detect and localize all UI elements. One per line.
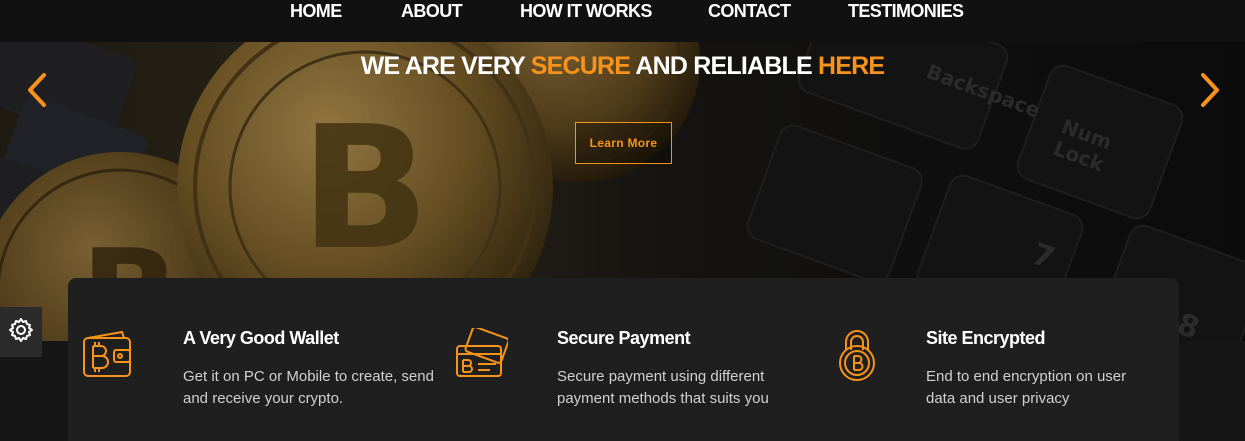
feature-desc-wallet: Get it on PC or Mobile to create, send an… [183,368,434,407]
learn-more-button[interactable]: Learn More [575,122,672,164]
settings-toggle[interactable] [0,307,42,357]
nav-about[interactable]: ABOUT [401,1,463,22]
feature-title-payment: Secure Payment [557,328,691,348]
hero-title: WE ARE VERY SECURE AND RELIABLE HERE [360,52,885,80]
gear-icon [8,317,34,348]
bitcoin-wallet-icon [82,330,134,385]
chevron-left-icon[interactable] [24,72,50,108]
feature-desc-payment: Secure payment using different payment me… [557,368,769,407]
hero-title-accent-secure: SECURE [530,52,631,80]
chevron-right-icon[interactable] [1197,72,1223,108]
nav-testimonies[interactable]: TESTIMONIES [848,1,964,22]
nav-contact[interactable]: CONTACT [708,1,791,22]
top-navbar: HOME ABOUT HOW IT WORKS CONTACT TESTIMON… [0,0,1245,42]
bitcoin-lock-icon [836,328,878,387]
feature-title-encrypted: Site Encrypted [926,328,1046,348]
feature-desc-encrypted: End to end encryption on user data and us… [926,368,1127,407]
hero-title-accent-here: HERE [818,52,885,80]
nav-home[interactable]: HOME [290,1,342,22]
feature-title-wallet: A Very Good Wallet [183,328,339,348]
features-panel: A Very Good Wallet Get it on PC or Mobil… [68,278,1179,441]
bitcoin-card-icon [454,326,510,387]
nav-how-it-works[interactable]: HOW IT WORKS [520,1,652,22]
